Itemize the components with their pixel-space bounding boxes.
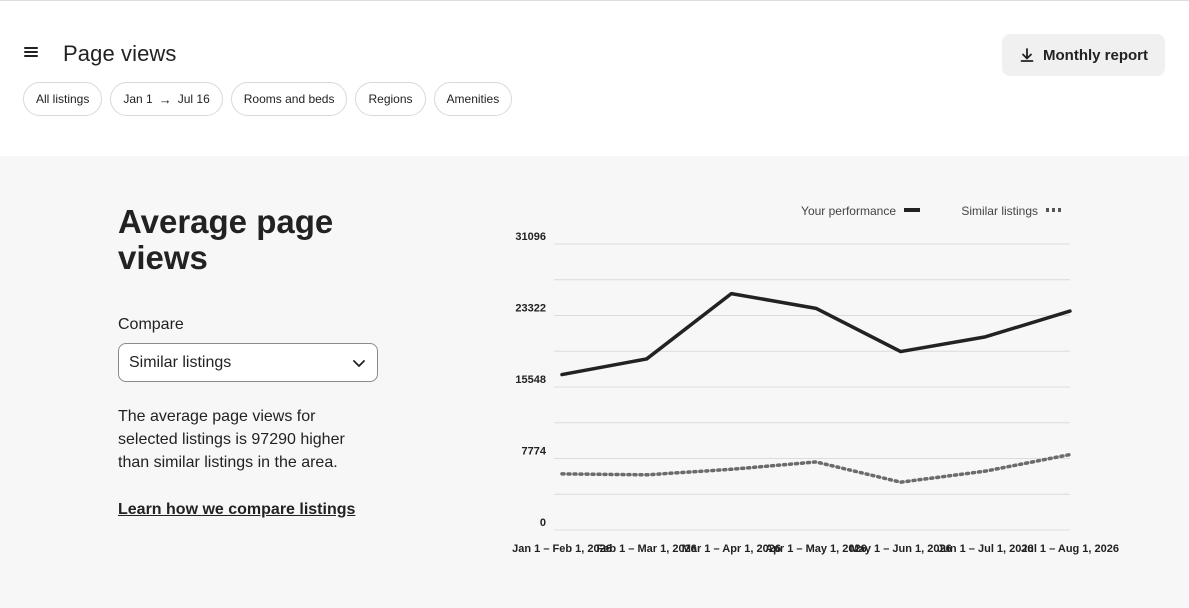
- page-views-chart: 0 7774 15548 23322 31096 Jan 1 – Feb 1, 2026 F…: [490, 196, 1170, 576]
- chevron-down-icon: [353, 359, 365, 367]
- compare-label: Compare: [118, 316, 184, 333]
- learn-compare-link[interactable]: Learn how we compare listings: [118, 501, 355, 519]
- compare-select-value: Similar listings: [129, 353, 232, 371]
- filter-rooms-label: Rooms and beds: [243, 92, 335, 106]
- y-tick-label: 7774: [522, 446, 547, 458]
- filter-amenities[interactable]: Amenities: [433, 82, 513, 116]
- filter-rooms-and-beds[interactable]: Rooms and beds: [230, 82, 348, 116]
- filter-regions[interactable]: Regions: [355, 82, 426, 116]
- menu-icon[interactable]: [22, 45, 40, 63]
- section-title: Average page views: [118, 203, 334, 276]
- filter-regions-label: Regions: [368, 92, 413, 106]
- filter-amenities-label: Amenities: [446, 92, 500, 106]
- legend-label-your-performance: Your performance: [801, 204, 896, 218]
- main-content: Average page views Compare Similar listi…: [0, 156, 1189, 608]
- y-tick-label: 23322: [515, 303, 546, 315]
- filter-bar: All listings Jan 1 → Jul 16 Rooms and be…: [23, 82, 513, 116]
- x-tick-label: Jun 1 – Jul 1, 2026: [937, 543, 1034, 555]
- page-title: Page views: [63, 41, 177, 66]
- x-tick-label: Jul 1 – Aug 1, 2026: [1021, 543, 1119, 555]
- date-from: Jan 1: [123, 92, 153, 106]
- y-tick-label: 15548: [515, 374, 546, 386]
- compare-select[interactable]: Similar listings: [118, 343, 378, 382]
- series-line-your-performance: [560, 291, 1072, 377]
- line-chart-svg: 07774155482332231096Jan 1 – Feb 1, 2026F…: [512, 204, 1119, 555]
- legend-label-similar-listings: Similar listings: [961, 204, 1038, 218]
- filter-date-range[interactable]: Jan 1 → Jul 16: [110, 82, 223, 116]
- arrow-right-icon: →: [158, 91, 172, 107]
- monthly-report-label: Monthly report: [1043, 46, 1148, 64]
- date-to: Jul 16: [177, 92, 210, 106]
- monthly-report-button[interactable]: Monthly report: [1002, 34, 1165, 76]
- filter-all-listings-label: All listings: [36, 92, 90, 106]
- download-icon: [1020, 48, 1034, 62]
- y-tick-label: 31096: [515, 231, 546, 243]
- filter-all-listings[interactable]: All listings: [23, 82, 103, 116]
- page-header: Page views Monthly report All listings J…: [0, 1, 1189, 156]
- y-tick-label: 0: [540, 517, 546, 529]
- comparison-description: The average page views for selected list…: [118, 408, 345, 471]
